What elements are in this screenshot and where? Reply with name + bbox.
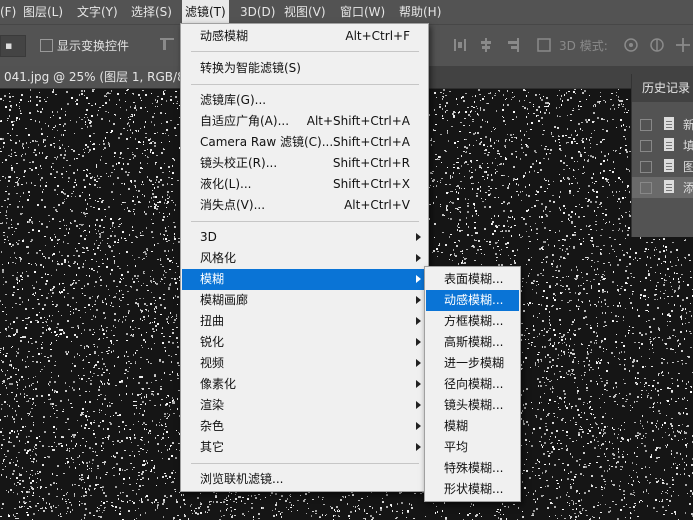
submenu-item-smart-blur[interactable]: 特殊模糊...	[426, 458, 519, 479]
document-icon	[664, 138, 674, 151]
history-panel: 历史记录 新 填 图 添	[631, 74, 693, 237]
history-row-label: 新	[683, 118, 693, 132]
menu-item-sharpen[interactable]: 锐化	[182, 332, 427, 353]
menu-item-convert-smart-filter[interactable]: 转换为智能滤镜(S)	[182, 58, 427, 79]
submenu-arrow-icon	[416, 317, 421, 325]
menu-item-noise[interactable]: 杂色	[182, 416, 427, 437]
distribute-center-icon[interactable]	[479, 37, 493, 53]
3d-orbit-icon[interactable]	[622, 36, 640, 54]
menu-separator	[191, 84, 419, 85]
history-snapshot-checkbox[interactable]	[640, 182, 652, 194]
menu-bar: (F) 图层(L) 文字(Y) 选择(S) 滤镜(T) 3D(D) 视图(V) …	[0, 0, 693, 24]
menu-type[interactable]: 文字(Y)	[74, 0, 121, 24]
3d-roll-icon[interactable]	[648, 36, 666, 54]
menu-item-blur[interactable]: 模糊	[182, 269, 427, 290]
menu-select[interactable]: 选择(S)	[128, 0, 175, 24]
filter-menu: 动感模糊 Alt+Ctrl+F 转换为智能滤镜(S) 滤镜库(G)... 自适应广…	[180, 23, 429, 492]
show-transform-label: 显示变换控件	[57, 39, 130, 53]
submenu-item-box-blur[interactable]: 方框模糊...	[426, 311, 519, 332]
history-row-label: 添	[683, 181, 693, 195]
menu-item-camera-raw[interactable]: Camera Raw 滤镜(C)... Shift+Ctrl+A	[182, 132, 427, 153]
submenu-item-radial-blur[interactable]: 径向模糊...	[426, 374, 519, 395]
menu-separator	[191, 463, 419, 464]
history-panel-title[interactable]: 历史记录	[632, 74, 693, 102]
history-row[interactable]: 新	[632, 114, 693, 135]
menu-item-liquify[interactable]: 液化(L)... Shift+Ctrl+X	[182, 174, 427, 195]
submenu-arrow-icon	[416, 401, 421, 409]
history-row[interactable]: 填	[632, 135, 693, 156]
document-icon	[664, 117, 674, 130]
submenu-arrow-icon	[416, 380, 421, 388]
distribute-horizontal-icon[interactable]	[453, 37, 467, 53]
submenu-arrow-icon	[416, 275, 421, 283]
menu-separator	[191, 51, 419, 52]
3d-pan-icon[interactable]	[674, 36, 692, 54]
submenu-item-lens-blur[interactable]: 镜头模糊...	[426, 395, 519, 416]
auto-align-icon[interactable]	[537, 37, 551, 53]
show-transform-checkbox[interactable]	[40, 39, 53, 52]
history-row-label: 图	[683, 160, 693, 174]
3d-mode-label: 3D 模式:	[559, 39, 608, 53]
submenu-item-motion-blur[interactable]: 动感模糊...	[426, 290, 519, 311]
menu-item-last-filter[interactable]: 动感模糊 Alt+Ctrl+F	[182, 26, 427, 47]
history-snapshot-checkbox[interactable]	[640, 119, 652, 131]
distribute-right-icon[interactable]	[506, 37, 520, 53]
submenu-arrow-icon	[416, 254, 421, 262]
menu-item-pixelate[interactable]: 像素化	[182, 374, 427, 395]
menu-window[interactable]: 窗口(W)	[337, 0, 388, 24]
submenu-arrow-icon	[416, 233, 421, 241]
blur-submenu: 表面模糊... 动感模糊... 方框模糊... 高斯模糊... 进一步模糊 径向…	[424, 266, 521, 502]
menu-item-vanishing-point[interactable]: 消失点(V)... Alt+Ctrl+V	[182, 195, 427, 216]
document-icon	[664, 180, 674, 193]
menu-item-video[interactable]: 视频	[182, 353, 427, 374]
menu-view[interactable]: 视图(V)	[281, 0, 329, 24]
submenu-item-gaussian-blur[interactable]: 高斯模糊...	[426, 332, 519, 353]
document-tab[interactable]: 041.jpg @ 25% (图层 1, RGB/8) *	[0, 66, 206, 88]
menu-help[interactable]: 帮助(H)	[396, 0, 444, 24]
submenu-arrow-icon	[416, 422, 421, 430]
tool-preset-dropdown[interactable]: ▪	[0, 35, 26, 57]
menu-item-stylize[interactable]: 风格化	[182, 248, 427, 269]
submenu-item-blur[interactable]: 模糊	[426, 416, 519, 437]
align-top-icon[interactable]	[160, 37, 174, 53]
menu-item-adaptive-wide-angle[interactable]: 自适应广角(A)... Alt+Shift+Ctrl+A	[182, 111, 427, 132]
menu-item-other[interactable]: 其它	[182, 437, 427, 458]
history-row-selected[interactable]: 添	[632, 177, 693, 198]
submenu-item-shape-blur[interactable]: 形状模糊...	[426, 479, 519, 500]
history-row-label: 填	[683, 139, 693, 153]
submenu-item-average[interactable]: 平均	[426, 437, 519, 458]
menu-item-render[interactable]: 渲染	[182, 395, 427, 416]
history-snapshot-checkbox[interactable]	[640, 161, 652, 173]
menu-item-distort[interactable]: 扭曲	[182, 311, 427, 332]
menu-item-lens-correction[interactable]: 镜头校正(R)... Shift+Ctrl+R	[182, 153, 427, 174]
document-icon	[664, 159, 674, 172]
menu-item-browse-online-filters[interactable]: 浏览联机滤镜...	[182, 469, 427, 490]
menu-3d[interactable]: 3D(D)	[237, 0, 278, 24]
menu-item-3d[interactable]: 3D	[182, 227, 427, 248]
history-row[interactable]: 图	[632, 156, 693, 177]
menu-item-filter-gallery[interactable]: 滤镜库(G)...	[182, 90, 427, 111]
menu-item-blur-gallery[interactable]: 模糊画廊	[182, 290, 427, 311]
submenu-item-surface-blur[interactable]: 表面模糊...	[426, 269, 519, 290]
menu-file[interactable]: (F)	[0, 0, 19, 24]
submenu-arrow-icon	[416, 359, 421, 367]
submenu-arrow-icon	[416, 443, 421, 451]
submenu-arrow-icon	[416, 296, 421, 304]
menu-layer[interactable]: 图层(L)	[20, 0, 66, 24]
menu-filter[interactable]: 滤镜(T)	[182, 0, 229, 24]
history-snapshot-checkbox[interactable]	[640, 140, 652, 152]
submenu-arrow-icon	[416, 338, 421, 346]
menu-separator	[191, 221, 419, 222]
submenu-item-blur-more[interactable]: 进一步模糊	[426, 353, 519, 374]
